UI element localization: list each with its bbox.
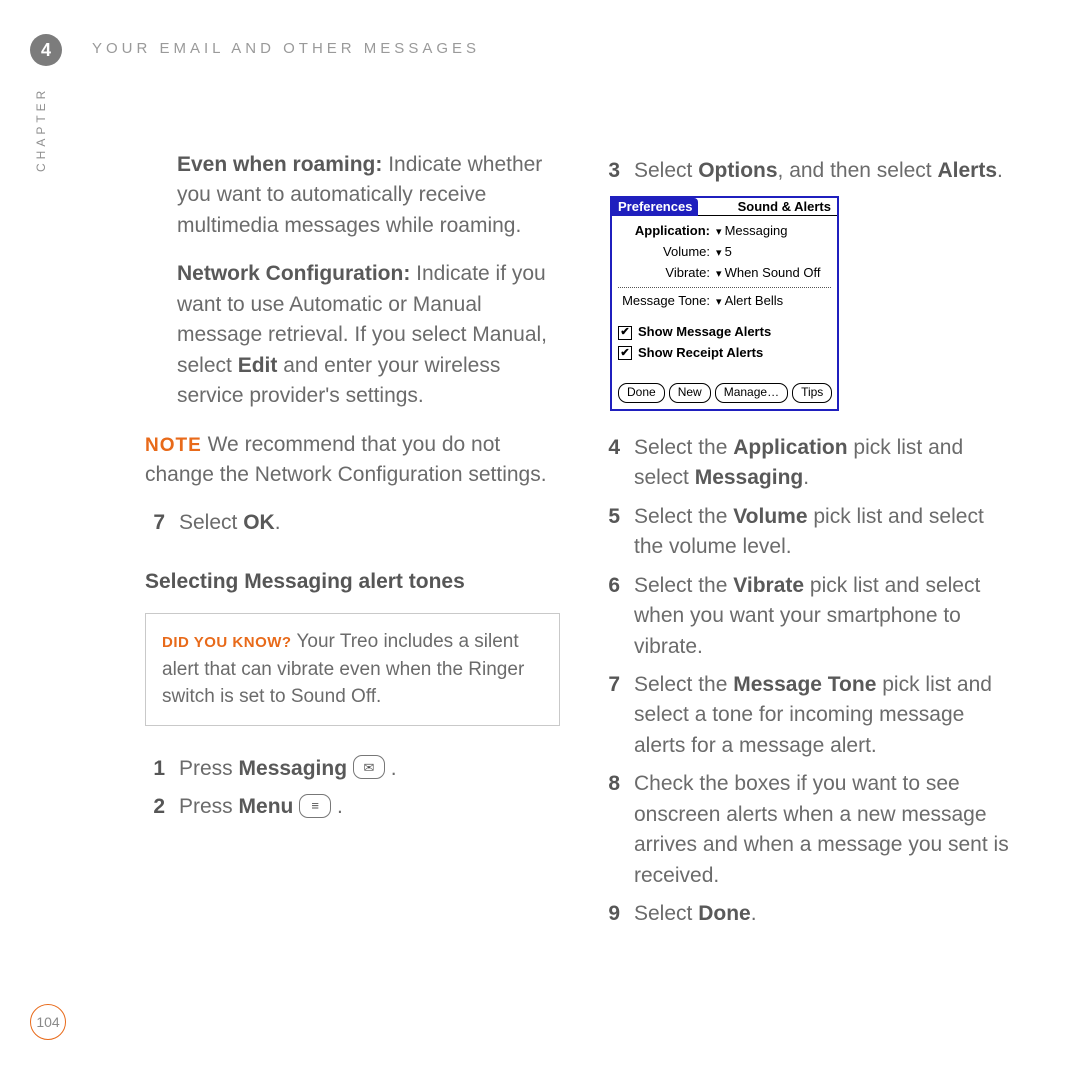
step-text: Select the Volume pick list and select t…: [634, 502, 1015, 563]
netconf-edit: Edit: [238, 354, 278, 377]
palm-manage-button[interactable]: Manage…: [715, 383, 788, 403]
left-step-7: 7 Select OK.: [145, 508, 560, 538]
did-you-know-box: DID YOU KNOW? Your Treo includes a silen…: [145, 613, 560, 726]
step-text: Press Menu ≡ .: [179, 792, 560, 822]
palm-row-tone: Message Tone: Alert Bells: [618, 292, 831, 311]
step-number: 2: [145, 792, 165, 822]
palm-check-label: Show Receipt Alerts: [638, 344, 763, 363]
step-text: Press Messaging ✉ .: [179, 754, 560, 784]
palm-label: Message Tone:: [618, 292, 710, 311]
step-number: 8: [600, 769, 620, 891]
palm-label: Vibrate:: [618, 264, 710, 283]
right-step-3: 3 Select Options, and then select Alerts…: [600, 156, 1015, 186]
manual-page: 4 YOUR EMAIL AND OTHER MESSAGES CHAPTER …: [0, 0, 1080, 1080]
page-number: 104: [30, 1004, 66, 1040]
right-column: 3 Select Options, and then select Alerts…: [600, 150, 1015, 937]
step-number: 7: [600, 670, 620, 761]
step-number: 6: [600, 571, 620, 662]
menu-key-icon: ≡: [299, 794, 331, 818]
right-step-6: 6 Select the Vibrate pick list and selec…: [600, 571, 1015, 662]
checkbox-checked-icon: ✔: [618, 346, 632, 360]
right-step-7: 7 Select the Message Tone pick list and …: [600, 670, 1015, 761]
palm-title-tab: Preferences: [612, 198, 698, 216]
right-step-9: 9 Select Done.: [600, 899, 1015, 929]
note-lead: NOTE: [145, 435, 202, 456]
step-text: Select OK.: [179, 508, 560, 538]
palm-label: Application:: [618, 222, 710, 241]
step-text: Select Options, and then select Alerts.: [634, 156, 1015, 186]
palm-separator: [618, 287, 831, 288]
left-step-1: 1 Press Messaging ✉ .: [145, 754, 560, 784]
palm-row-application: Application: Messaging: [618, 222, 831, 241]
palm-done-button[interactable]: Done: [618, 383, 665, 403]
palm-titlebar: Preferences Sound & Alerts: [612, 198, 837, 216]
palm-label: Volume:: [618, 243, 710, 262]
step-number: 7: [145, 508, 165, 538]
note-body: We recommend that you do not change the …: [145, 433, 547, 486]
note-para: NOTE We recommend that you do not change…: [145, 430, 560, 491]
messaging-key-icon: ✉: [353, 755, 385, 779]
palm-check-label: Show Message Alerts: [638, 323, 771, 342]
right-step-8: 8 Check the boxes if you want to see ons…: [600, 769, 1015, 891]
palm-check-message-alerts[interactable]: ✔ Show Message Alerts: [618, 323, 831, 342]
step-text: Select the Message Tone pick list and se…: [634, 670, 1015, 761]
side-chapter-label: CHAPTER: [34, 87, 48, 172]
did-you-know-lead: DID YOU KNOW?: [162, 634, 292, 651]
step-number: 5: [600, 502, 620, 563]
palm-body: Application: Messaging Volume: 5 Vibrate…: [612, 216, 837, 408]
left-step-2: 2 Press Menu ≡ .: [145, 792, 560, 822]
step-number: 9: [600, 899, 620, 929]
step-text: Check the boxes if you want to see onscr…: [634, 769, 1015, 891]
left-column: Even when roaming: Indicate whether you …: [145, 150, 560, 831]
palm-picklist[interactable]: Messaging: [716, 222, 787, 241]
right-step-5: 5 Select the Volume pick list and select…: [600, 502, 1015, 563]
chapter-number: 4: [41, 40, 51, 61]
step-number: 3: [600, 156, 620, 186]
step-text: Select the Application pick list and sel…: [634, 433, 1015, 494]
subheading: Selecting Messaging alert tones: [145, 567, 560, 597]
palm-picklist[interactable]: When Sound Off: [716, 264, 820, 283]
palm-title-category: Sound & Alerts: [698, 198, 837, 216]
roaming-lead: Even when roaming:: [177, 153, 382, 176]
roaming-para: Even when roaming: Indicate whether you …: [177, 150, 560, 241]
palm-row-volume: Volume: 5: [618, 243, 831, 262]
palm-new-button[interactable]: New: [669, 383, 711, 403]
palm-screenshot: Preferences Sound & Alerts Application: …: [610, 196, 839, 410]
netconf-para: Network Configuration: Indicate if you w…: [177, 259, 560, 411]
palm-check-receipt-alerts[interactable]: ✔ Show Receipt Alerts: [618, 344, 831, 363]
checkbox-checked-icon: ✔: [618, 326, 632, 340]
step-text: Select the Vibrate pick list and select …: [634, 571, 1015, 662]
header-title: YOUR EMAIL AND OTHER MESSAGES: [92, 40, 480, 57]
palm-picklist[interactable]: 5: [716, 243, 732, 262]
palm-picklist[interactable]: Alert Bells: [716, 292, 783, 311]
netconf-lead: Network Configuration:: [177, 262, 410, 285]
palm-row-vibrate: Vibrate: When Sound Off: [618, 264, 831, 283]
step-number: 4: [600, 433, 620, 494]
palm-tips-button[interactable]: Tips: [792, 383, 832, 403]
step-number: 1: [145, 754, 165, 784]
chapter-badge: 4: [30, 34, 62, 66]
step-text: Select Done.: [634, 899, 1015, 929]
right-step-4: 4 Select the Application pick list and s…: [600, 433, 1015, 494]
palm-button-row: Done New Manage… Tips: [618, 383, 831, 403]
